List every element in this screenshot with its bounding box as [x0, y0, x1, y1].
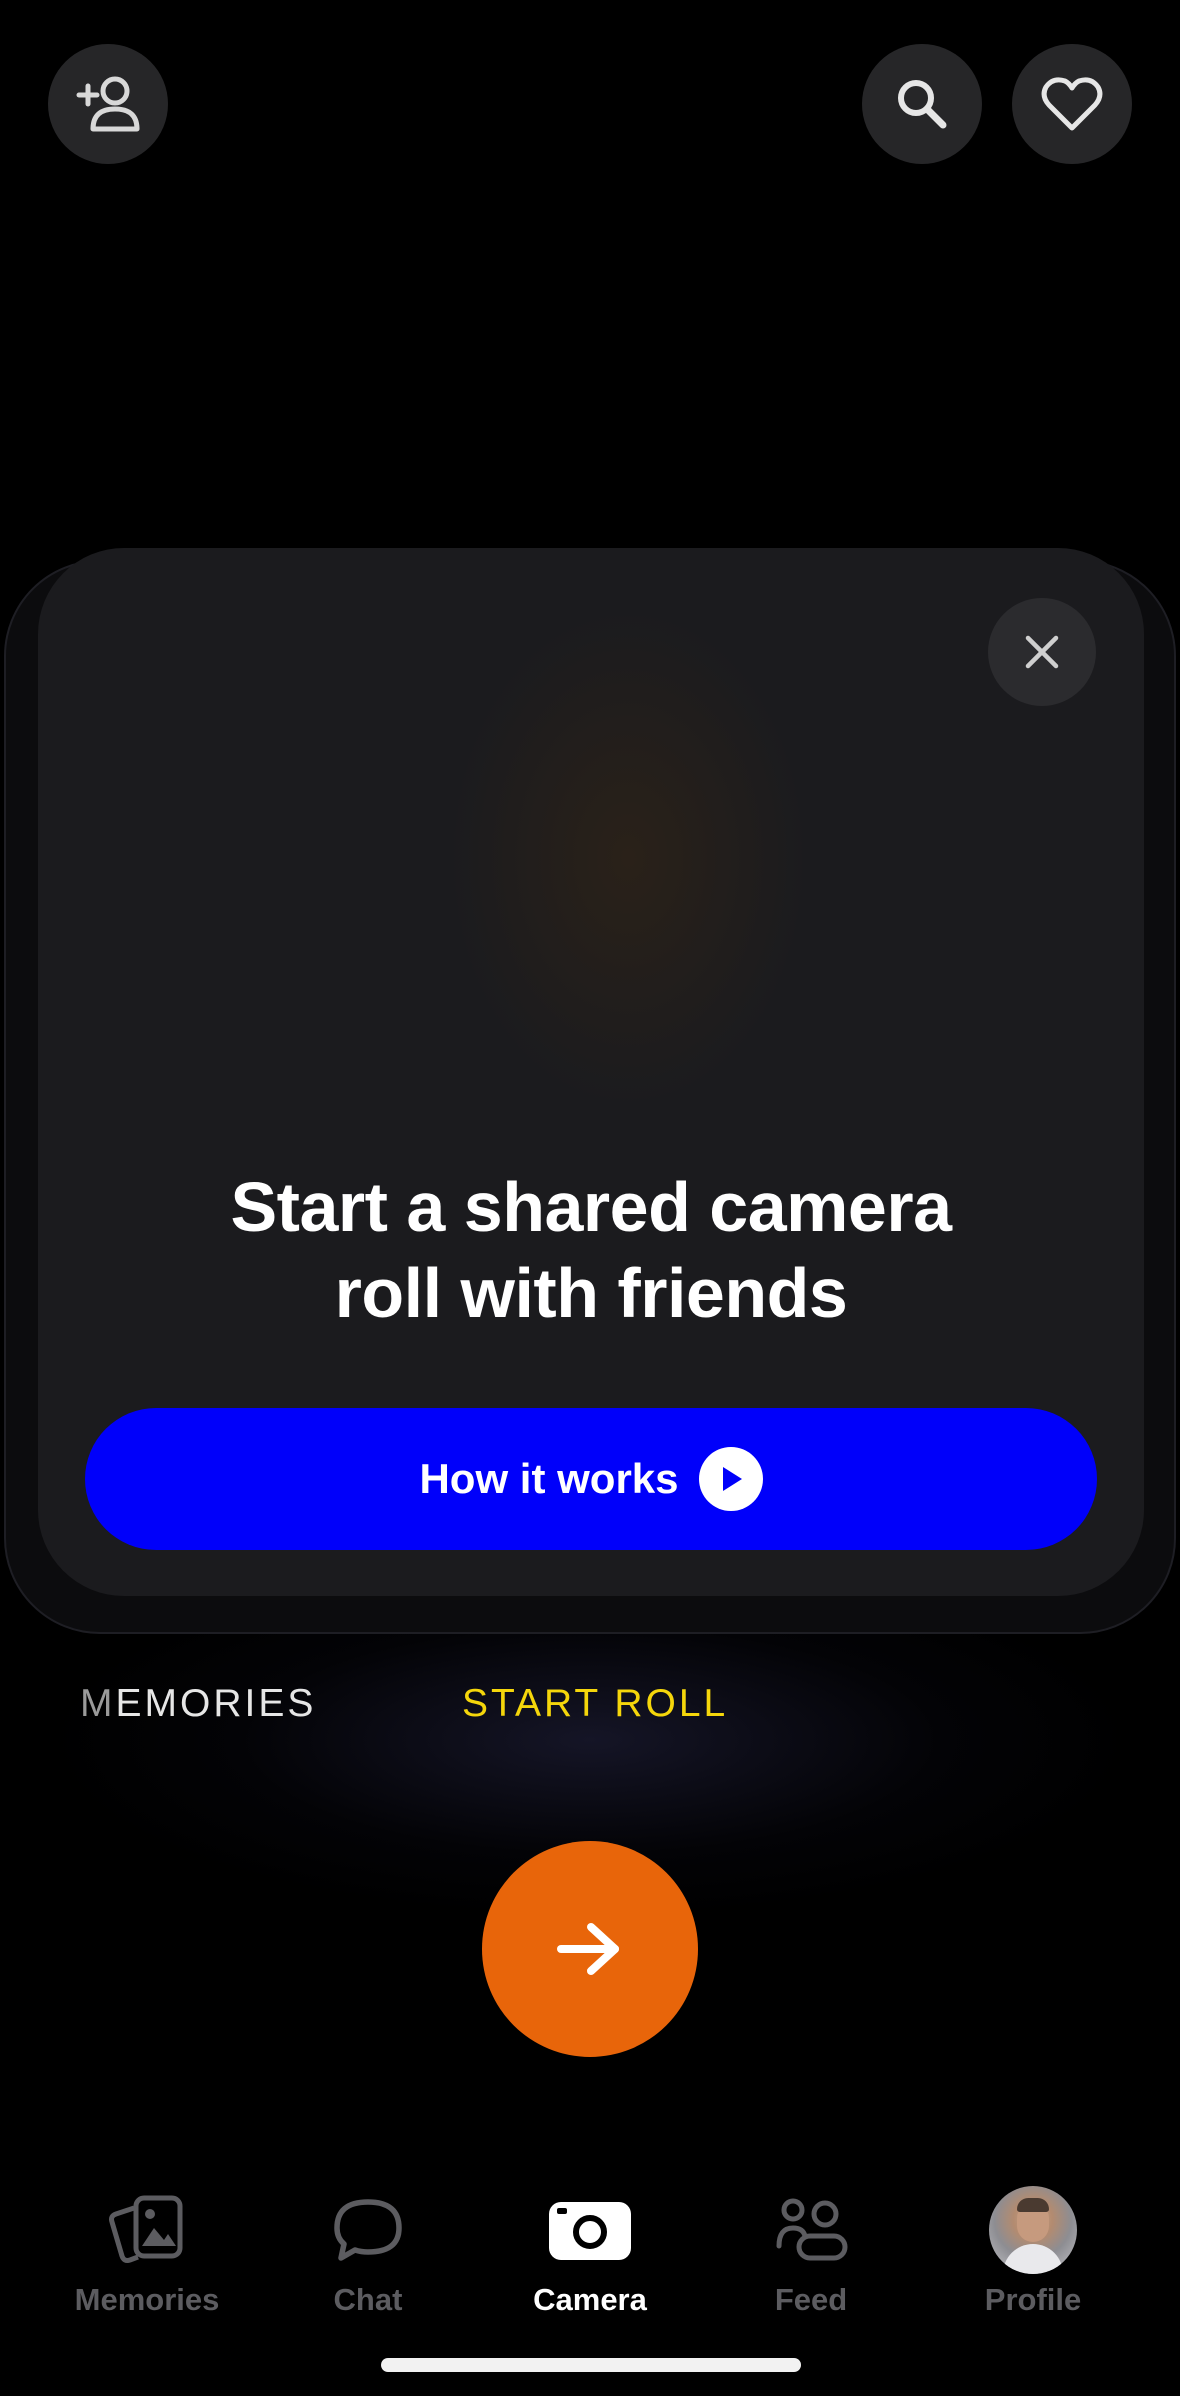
mode-tab-start-roll[interactable]: START ROLL [462, 1680, 728, 1728]
nav-label-camera: Camera [533, 2282, 647, 2317]
how-it-works-button[interactable]: How it works [85, 1408, 1097, 1550]
nav-item-feed[interactable]: Feed [701, 2180, 921, 2320]
mode-tab-memories-label: EMORIES [115, 1682, 317, 1725]
search-icon [898, 80, 947, 129]
card-light-glow [448, 608, 808, 1108]
nav-label-chat: Chat [333, 2282, 403, 2317]
close-icon [1025, 635, 1059, 669]
chat-icon [334, 2199, 402, 2261]
bottom-nav: Memories Chat Camera Feed Profile [0, 2180, 1180, 2330]
feed-icon [776, 2198, 848, 2261]
favorites-button[interactable] [1012, 44, 1132, 164]
search-button[interactable] [862, 44, 982, 164]
memories-icon [109, 2195, 183, 2263]
mode-tab-memories-first-letter: M [80, 1682, 116, 1725]
nav-item-chat[interactable]: Chat [258, 2180, 478, 2320]
nav-label-profile: Profile [984, 2282, 1082, 2317]
nav-label-memories: Memories [74, 2282, 220, 2317]
add-friend-button[interactable] [48, 44, 168, 164]
nav-item-profile[interactable]: Profile [923, 2180, 1143, 2320]
arrow-right-icon [557, 1923, 619, 1975]
play-icon [698, 1447, 763, 1511]
nav-item-memories[interactable]: Memories [37, 2180, 257, 2320]
camera-icon [549, 2202, 631, 2260]
close-button[interactable] [988, 598, 1096, 706]
nav-item-camera[interactable]: Camera [480, 2180, 700, 2320]
home-indicator[interactable] [381, 2358, 801, 2372]
mode-tab-memories[interactable]: MEMORIES [80, 1680, 316, 1728]
avatar [989, 2186, 1077, 2274]
how-it-works-label: How it works [419, 1455, 679, 1502]
add-friend-icon [76, 76, 140, 132]
heart-icon [1041, 77, 1103, 131]
promo-card: Start a shared camera roll with friends … [38, 548, 1144, 1596]
nav-label-feed: Feed [774, 2282, 848, 2317]
promo-title: Start a shared camera roll with friends [230, 1168, 952, 1332]
start-roll-button[interactable] [482, 1841, 698, 2057]
